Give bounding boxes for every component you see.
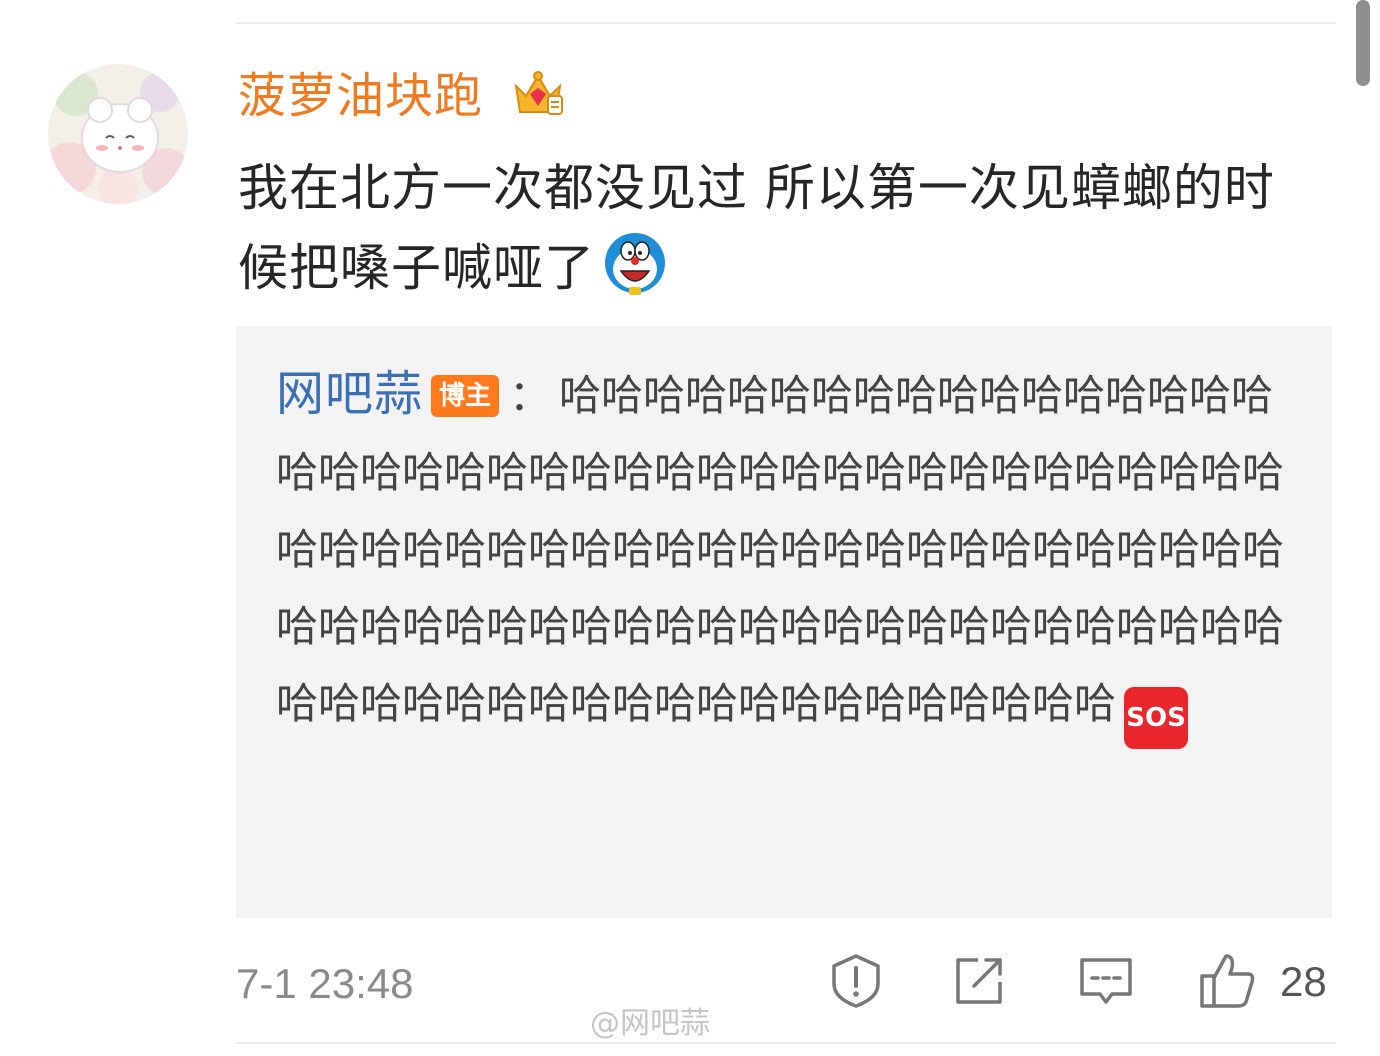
timestamp: 7-1 23:48 xyxy=(236,960,414,1007)
doraemon-emoji-icon xyxy=(601,229,669,297)
avatar[interactable] xyxy=(48,64,188,204)
like-count: 28 xyxy=(1280,958,1327,1005)
quoted-reply[interactable]: 网吧蒜 博主：哈哈哈哈哈哈哈哈哈哈哈哈哈哈哈哈哈哈哈哈哈哈哈哈哈哈哈哈哈哈哈哈哈哈… xyxy=(236,326,1332,918)
username[interactable]: 菠萝油块跑 xyxy=(238,66,483,126)
reply-text: 哈哈哈哈哈哈哈哈哈哈哈哈哈哈哈哈哈哈哈哈哈哈哈哈哈哈哈哈哈哈哈哈哈哈哈哈哈哈哈哈… xyxy=(276,371,1285,728)
comment-text: 我在北方一次都没见过 所以第一次见蟑螂的时候把嗓子喊哑了 xyxy=(238,148,1308,308)
share-button[interactable] xyxy=(950,950,1010,1010)
like-button[interactable]: 28 xyxy=(1196,950,1336,1010)
comment-body: 我在北方一次都没见过 所以第一次见蟑螂的时候把嗓子喊哑了 xyxy=(238,159,1275,297)
comment-button[interactable] xyxy=(1076,950,1136,1010)
report-button[interactable] xyxy=(826,950,886,1010)
sos-emoji-icon: SOS xyxy=(1124,687,1189,749)
top-divider xyxy=(236,22,1336,24)
thumbs-up-icon xyxy=(1200,954,1255,1008)
reply-content: 网吧蒜 博主：哈哈哈哈哈哈哈哈哈哈哈哈哈哈哈哈哈哈哈哈哈哈哈哈哈哈哈哈哈哈哈哈哈哈… xyxy=(276,356,1296,749)
report-icon xyxy=(832,954,880,1008)
bottom-divider xyxy=(236,1042,1336,1044)
comment-icon xyxy=(1080,958,1132,1004)
scrollbar[interactable] xyxy=(1356,0,1370,86)
share-icon xyxy=(956,958,1002,1004)
blogger-badge: 博主 xyxy=(431,375,500,417)
crown-badge-icon xyxy=(510,66,566,122)
watermark: @网吧蒜 xyxy=(590,1006,710,1041)
reply-separator: ： xyxy=(509,371,552,420)
reply-author[interactable]: 网吧蒜 xyxy=(276,366,423,422)
